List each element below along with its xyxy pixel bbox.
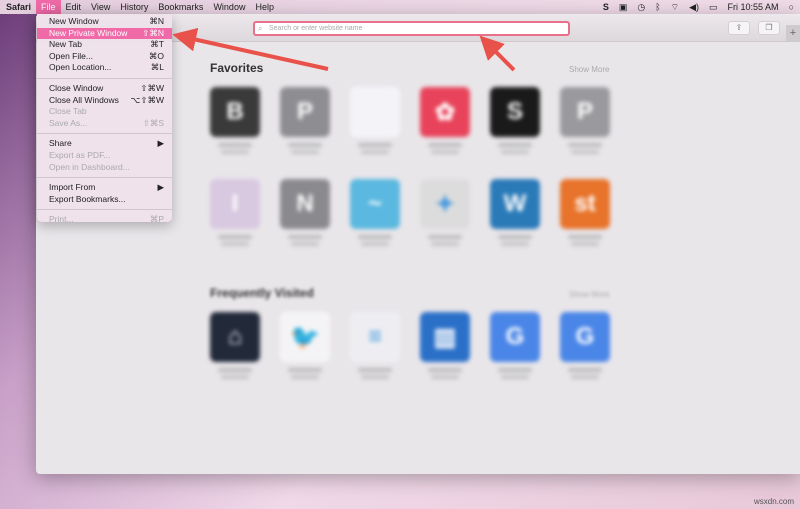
watermark: wsxdn.com — [753, 497, 794, 506]
arrow-to-private-window — [172, 27, 329, 71]
annotation-arrows — [172, 27, 516, 72]
arrow-to-address-bar — [479, 35, 516, 72]
